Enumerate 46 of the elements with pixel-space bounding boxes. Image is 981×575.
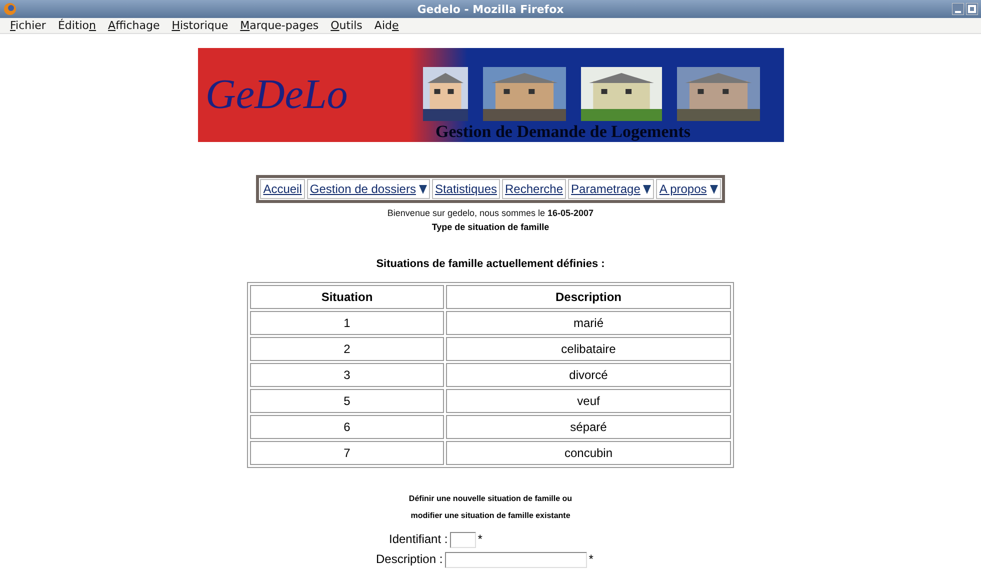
welcome-text: Bienvenue sur gedelo, nous sommes le 16-05-2007	[386, 208, 595, 218]
table-cell: 2	[250, 337, 444, 361]
menu-item[interactable]: Affichage	[102, 18, 166, 33]
nav-link[interactable]: Gestion de dossiers	[306, 179, 430, 199]
table-cell: 7	[250, 441, 444, 465]
minimize-icon[interactable]	[952, 3, 964, 15]
required-mark: *	[588, 552, 594, 566]
nav-link[interactable]: Accueil	[260, 179, 305, 199]
nav-link[interactable]: Recherche	[502, 179, 566, 199]
nav-link[interactable]: Parametrage	[568, 179, 654, 199]
field-label: Description :	[376, 552, 443, 566]
maximize-icon[interactable]	[966, 3, 978, 15]
window-title: Gedelo - Mozilla Firefox	[416, 2, 565, 16]
page-title: Type de situation de famille	[430, 222, 550, 232]
table-cell: séparé	[446, 415, 731, 439]
form-heading: modifier une situation de famille existante	[410, 510, 572, 522]
caret-icon	[418, 184, 427, 194]
table-cell: concubin	[446, 441, 731, 465]
form-heading: Définir une nouvelle situation de famille ou	[408, 493, 574, 505]
column-header: Situation	[250, 285, 444, 309]
field-label: Identifiant :	[389, 532, 448, 546]
table-cell: 5	[250, 389, 444, 413]
table-cell: veuf	[446, 389, 731, 413]
column-header: Description	[446, 285, 731, 309]
table-cell: marié	[446, 311, 731, 335]
required-mark: *	[478, 532, 482, 546]
table-cell: divorcé	[446, 363, 731, 387]
table-cell: celibataire	[446, 337, 731, 361]
input-field[interactable]	[450, 532, 476, 548]
table-cell: 6	[250, 415, 444, 439]
table-cell: 3	[250, 363, 444, 387]
caret-icon	[643, 184, 652, 194]
menu-item[interactable]: Aide	[368, 18, 405, 33]
menu-item[interactable]: Outils	[324, 18, 368, 33]
input-field[interactable]	[444, 552, 587, 568]
logo-text: GeDeLo	[206, 71, 348, 120]
nav-link[interactable]: A propos	[656, 179, 721, 199]
nav-link[interactable]: Statistiques	[432, 179, 500, 199]
menu-item[interactable]: Historique	[166, 18, 234, 33]
table-title: Situations de famille actuellement définies :	[375, 258, 606, 270]
caret-icon	[710, 184, 718, 194]
menu-item[interactable]: Marque-pages	[234, 18, 325, 33]
menu-item[interactable]: Édition	[52, 18, 102, 33]
browser-logo-icon	[4, 3, 16, 15]
table-cell: 1	[250, 311, 444, 335]
menu-item[interactable]: Fichier	[4, 18, 52, 33]
